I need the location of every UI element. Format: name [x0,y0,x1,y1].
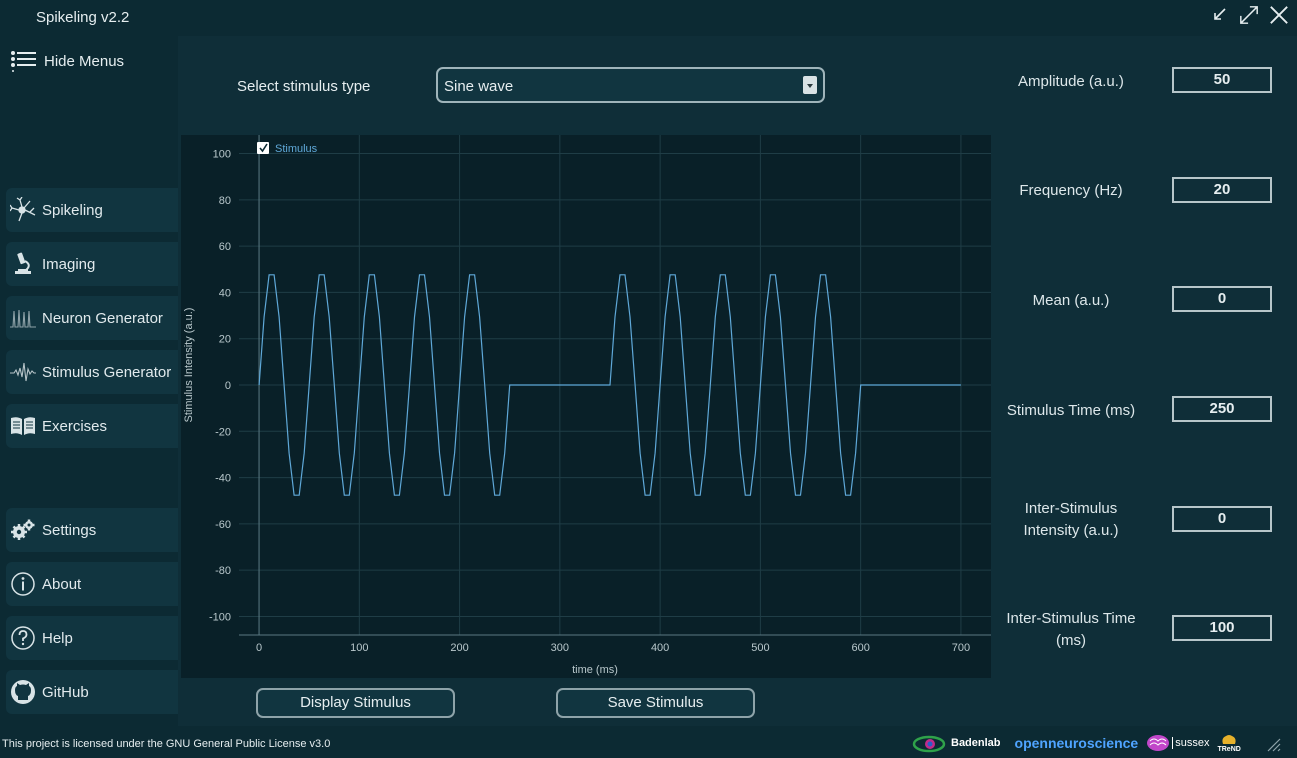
window-controls [1209,4,1289,26]
sidebar-item-label: Exercises [42,417,108,435]
y-tick-label: -60 [215,519,231,531]
x-tick-label: 0 [256,642,262,654]
sidebar-item-settings[interactable]: Settings [6,508,178,552]
chevron-down-icon [803,76,817,94]
x-tick-label: 700 [952,642,970,654]
inter-stimulus-time-field[interactable]: 100 [1172,615,1272,641]
save-stimulus-button[interactable]: Save Stimulus [556,688,755,718]
partner-logos: Badenlab openneuroscience sussex TReND [912,730,1281,756]
trend-text: TReND [1217,745,1241,753]
sidebar-item-label: Help [42,629,73,647]
sidebar-item-label: Spikeling [42,201,103,219]
minimize-button[interactable] [1209,4,1229,26]
hide-menus-label: Hide Menus [44,52,125,70]
y-tick-label: 0 [225,380,231,392]
license-text: This project is licensed under the GNU G… [2,738,331,750]
footer: This project is licensed under the GNU G… [0,726,1297,758]
sidebar-item-spikeling[interactable]: Spikeling [6,188,178,232]
legend-checkbox[interactable] [257,142,269,154]
sidebar-item-label: Settings [42,521,97,539]
stimulus-type-label: Select stimulus type [237,78,371,95]
hide-menus-button[interactable]: Hide Menus [10,50,124,72]
badenlab-logo: Badenlab [912,733,1001,753]
github-icon [10,679,36,705]
sidebar-item-github[interactable]: GitHub [6,670,178,714]
stimulus-type-value: Sine wave [444,78,514,95]
trend-logo: TReND [1217,734,1241,753]
info-icon [10,571,36,597]
sidebar-item-exercises[interactable]: Exercises [6,404,178,448]
inter-stimulus-time-label-line1: Inter-Stimulus Time [1006,610,1136,627]
sidebar-item-label: Stimulus Generator [42,363,172,381]
sidebar-item-imaging[interactable]: Imaging [6,242,178,286]
stimulus-chart: 0 100 200 300 400 500 600 700100806040200-20-40… [183,135,991,676]
x-tick-label: 200 [450,642,468,654]
frequency-field[interactable]: 20 [1172,177,1272,203]
x-tick-label: 400 [651,642,669,654]
minimize-icon [1214,8,1226,20]
y-axis-label: Stimulus Intensity (a.u.) [183,308,195,423]
y-tick-label: 60 [219,241,231,253]
inter-stimulus-intensity-label: Inter-Stimulus Intensity (a.u.) [971,498,1171,542]
y-tick-label: -20 [215,426,231,438]
x-tick-label: 300 [551,642,569,654]
y-tick-label: -100 [209,611,231,623]
x-tick-label: 600 [851,642,869,654]
stimulus-plot[interactable]: 0 100 200 300 400 500 600 700 100 80 60 40 20 0 -20 -40… [181,135,991,678]
x-tick-label: 500 [751,642,769,654]
sidebar-item-stimulus-generator[interactable]: Stimulus Generator [6,350,178,394]
y-tick-label: 40 [219,287,231,299]
sidebar: Hide Menus Spikeling Imaging Neuron Gene… [0,36,178,726]
sidebar-item-label: GitHub [42,683,89,701]
y-tick-label: -80 [215,565,231,577]
amplitude-field[interactable]: 50 [1172,67,1272,93]
legend-label: Stimulus [275,143,318,155]
sidebar-item-about[interactable]: About [6,562,178,606]
amplitude-label: Amplitude (a.u.) [1018,73,1124,90]
spike-train-icon [10,305,36,331]
gears-icon [10,517,36,543]
neuron-icon [10,197,36,223]
sidebar-item-neuron-generator[interactable]: Neuron Generator [6,296,178,340]
book-icon [10,413,36,439]
sidebar-item-label: About [42,575,82,593]
x-tick-label: 100 [350,642,368,654]
menu-list-icon [11,51,36,72]
y-tick-label: -40 [215,473,231,485]
display-stimulus-button[interactable]: Display Stimulus [256,688,455,718]
x-axis-label: time (ms) [572,664,618,676]
y-tick-label: 100 [213,149,231,161]
title-bar: Spikeling v2.2 [0,0,1297,36]
sidebar-item-help[interactable]: Help [6,616,178,660]
question-icon [10,625,36,651]
window-title: Spikeling v2.2 [36,9,130,26]
stimulus-time-field[interactable]: 250 [1172,396,1272,422]
inter-stimulus-intensity-label-line1: Inter-Stimulus [1024,500,1118,517]
sidebar-item-label: Neuron Generator [42,309,163,327]
y-tick-label: 80 [219,195,231,207]
mean-field[interactable]: 0 [1172,286,1272,312]
resize-grip-icon[interactable] [1263,734,1281,752]
waveform-icon [10,359,36,385]
close-button[interactable] [1269,4,1289,26]
inter-stimulus-intensity-label-line2: Intensity (a.u.) [1023,522,1119,539]
y-tick-label: 20 [219,334,231,346]
inter-stimulus-intensity-field[interactable]: 0 [1172,506,1272,532]
badenlab-text: Badenlab [951,737,1001,749]
openneuroscience-logo: openneuroscience [1014,735,1139,751]
maximize-button[interactable] [1239,4,1259,26]
close-icon [1270,6,1288,24]
stimulus-type-dropdown[interactable]: Sine wave [436,67,825,103]
inter-stimulus-time-label: Inter-Stimulus Time (ms) [971,608,1171,652]
sussex-text: sussex [1172,737,1209,749]
sussex-logo: sussex [1146,734,1209,752]
mean-label: Mean (a.u.) [1032,292,1110,309]
sidebar-item-label: Imaging [42,255,96,273]
inter-stimulus-time-label-line2: (ms) [1056,632,1086,649]
frequency-label: Frequency (Hz) [1019,182,1123,199]
maximize-icon [1240,6,1258,24]
stimulus-time-label: Stimulus Time (ms) [1006,402,1136,419]
microscope-icon [10,251,36,277]
